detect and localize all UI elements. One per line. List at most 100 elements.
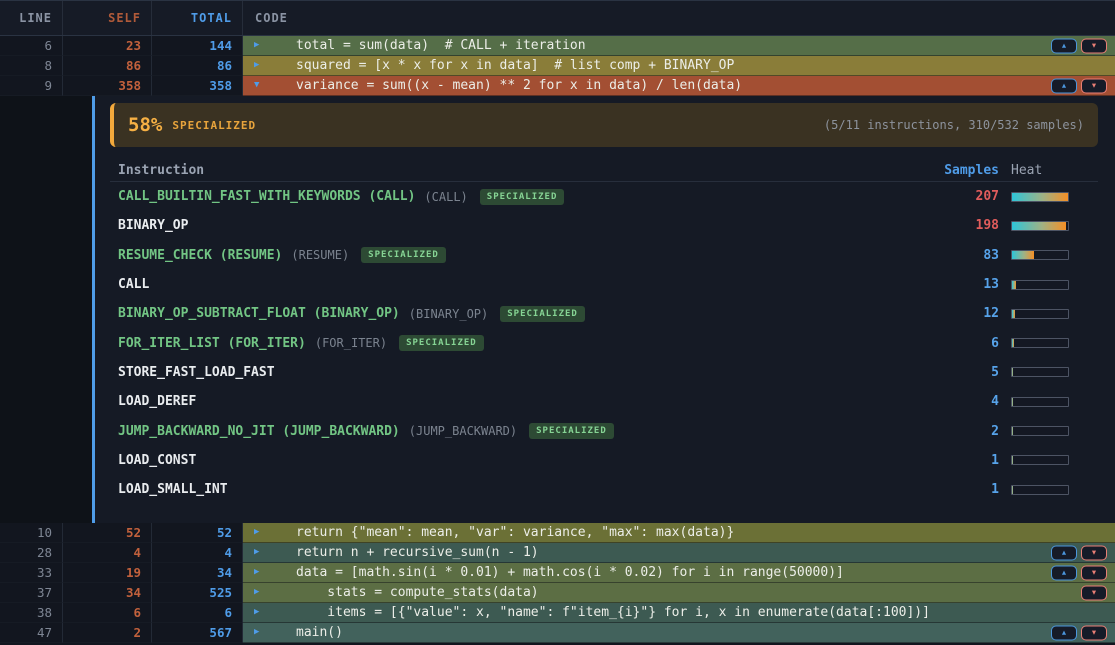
jump-up-button[interactable]: ▲ — [1051, 545, 1077, 560]
code-cell[interactable]: ▶ return n + recursive_sum(n - 1) ▲ ▼ — [243, 543, 1115, 563]
jump-up-button[interactable]: ▲ — [1051, 565, 1077, 580]
specialization-banner: 58% SPECIALIZED (5/11 instructions, 310/… — [110, 103, 1098, 147]
instruction-row[interactable]: LOAD_CONST 1 — [110, 446, 1098, 475]
column-header-self[interactable]: SELF — [63, 1, 152, 35]
instruction-name: RESUME_CHECK (RESUME) — [118, 248, 282, 263]
jump-up-button[interactable]: ▲ — [1051, 78, 1077, 93]
jump-up-button[interactable]: ▲ — [1051, 38, 1077, 53]
column-header-line: LINE — [0, 1, 63, 35]
table-row[interactable]: 6 23 144 ▶ total = sum(data) # CALL + it… — [0, 36, 1115, 56]
code-text: return n + recursive_sum(n - 1) — [296, 545, 539, 560]
table-row[interactable]: 9 358 358 ▼ variance = sum((x - mean) **… — [0, 76, 1115, 96]
row-buttons: ▲ ▼ — [1051, 78, 1107, 93]
code-cell[interactable]: ▶ items = [{"value": x, "name": f"item_{… — [243, 603, 1115, 623]
heat-bar — [1011, 455, 1069, 465]
code-text: variance = sum((x - mean) ** 2 for x in … — [296, 78, 742, 93]
code-text: items = [{"value": x, "name": f"item_{i}… — [296, 605, 930, 620]
table-row[interactable]: 8 86 86 ▶ squared = [x * x for x in data… — [0, 56, 1115, 76]
instruction-row[interactable]: FOR_ITER_LIST (FOR_ITER) (FOR_ITER) SPEC… — [110, 328, 1098, 357]
jump-down-button[interactable]: ▼ — [1081, 38, 1107, 53]
instruction-row[interactable]: JUMP_BACKWARD_NO_JIT (JUMP_BACKWARD) (JU… — [110, 416, 1098, 445]
jump-up-button[interactable]: ▲ — [1051, 625, 1077, 640]
column-header-total[interactable]: TOTAL — [152, 1, 243, 35]
heat-bar-fill — [1012, 281, 1016, 289]
specialized-badge: SPECIALIZED — [500, 306, 585, 322]
code-cell[interactable]: ▶ return {"mean": mean, "var": variance,… — [243, 523, 1115, 543]
self-samples-value: 86 — [63, 56, 152, 76]
instruction-row[interactable]: CALL 13 — [110, 270, 1098, 299]
heat-bar-fill — [1012, 398, 1013, 406]
table-row[interactable]: 47 2 567 ▶ main() ▲ ▼ — [0, 623, 1115, 643]
jump-down-button[interactable]: ▼ — [1081, 545, 1107, 560]
down-arrow-icon: ▼ — [1092, 589, 1096, 596]
heat-bar — [1011, 426, 1069, 436]
specialized-badge: SPECIALIZED — [480, 189, 565, 205]
specialized-badge: SPECIALIZED — [399, 335, 484, 351]
total-samples-value: 34 — [152, 563, 243, 583]
jump-down-button[interactable]: ▼ — [1081, 625, 1107, 640]
code-text: return {"mean": mean, "var": variance, "… — [296, 525, 734, 540]
panel-gutter — [0, 96, 92, 523]
self-samples-value: 23 — [63, 36, 152, 56]
heat-bar — [1011, 221, 1069, 231]
code-cell[interactable]: ▶ squared = [x * x for x in data] # list… — [243, 56, 1115, 76]
code-text: main() — [296, 625, 343, 640]
row-buttons: ▲ ▼ — [1051, 545, 1107, 560]
heat-bar — [1011, 485, 1069, 495]
line-number: 33 — [0, 563, 63, 583]
table-row[interactable]: 38 6 6 ▶ items = [{"value": x, "name": f… — [0, 603, 1115, 623]
line-number: 6 — [0, 36, 63, 56]
jump-down-button[interactable]: ▼ — [1081, 585, 1107, 600]
samples-value: 1 — [919, 482, 999, 497]
instruction-name: FOR_ITER_LIST (FOR_ITER) — [118, 336, 306, 351]
code-cell[interactable]: ▶ data = [math.sin(i * 0.01) + math.cos(… — [243, 563, 1115, 583]
heat-bar-fill — [1012, 486, 1013, 494]
code-cell[interactable]: ▶ total = sum(data) # CALL + iteration ▲… — [243, 36, 1115, 56]
expand-toggle-icon[interactable]: ▶ — [254, 41, 266, 50]
instruction-table-header: Instruction Samples Heat — [110, 159, 1098, 182]
column-header-code: CODE — [243, 1, 1115, 35]
expand-toggle-icon[interactable]: ▶ — [254, 528, 266, 537]
samples-value: 12 — [919, 306, 999, 321]
table-row[interactable]: 10 52 52 ▶ return {"mean": mean, "var": … — [0, 523, 1115, 543]
instruction-row[interactable]: STORE_FAST_LOAD_FAST 5 — [110, 358, 1098, 387]
heat-bar-fill — [1012, 222, 1066, 230]
total-samples-value: 86 — [152, 56, 243, 76]
column-header-heat: Heat — [1011, 163, 1069, 178]
instruction-row[interactable]: RESUME_CHECK (RESUME) (RESUME) SPECIALIZ… — [110, 241, 1098, 270]
expand-toggle-icon[interactable]: ▶ — [254, 628, 266, 637]
instruction-family: (FOR_ITER) — [315, 336, 387, 350]
total-samples-value: 52 — [152, 523, 243, 543]
self-samples-value: 4 — [63, 543, 152, 563]
expand-toggle-icon[interactable]: ▶ — [254, 608, 266, 617]
heat-bar — [1011, 367, 1069, 377]
profiler-window: LINE SELF TOTAL CODE 6 23 144 ▶ total = … — [0, 0, 1115, 645]
specialized-badge: SPECIALIZED — [529, 423, 614, 439]
row-buttons: ▲ ▼ — [1081, 585, 1107, 600]
table-row[interactable]: 28 4 4 ▶ return n + recursive_sum(n - 1)… — [0, 543, 1115, 563]
expand-toggle-icon[interactable]: ▶ — [254, 61, 266, 70]
instruction-family: (RESUME) — [291, 248, 349, 262]
expand-toggle-icon[interactable]: ▼ — [254, 81, 266, 90]
jump-down-button[interactable]: ▼ — [1081, 78, 1107, 93]
down-arrow-icon: ▼ — [1092, 82, 1096, 89]
total-samples-value: 358 — [152, 76, 243, 96]
instruction-row[interactable]: BINARY_OP_SUBTRACT_FLOAT (BINARY_OP) (BI… — [110, 299, 1098, 328]
panel-indent-bar — [92, 96, 95, 523]
code-cell[interactable]: ▶ main() ▲ ▼ — [243, 623, 1115, 643]
instruction-row[interactable]: LOAD_DEREF 4 — [110, 387, 1098, 416]
table-row[interactable]: 37 34 525 ▶ stats = compute_stats(data) … — [0, 583, 1115, 603]
instruction-row[interactable]: LOAD_SMALL_INT 1 — [110, 475, 1098, 504]
code-cell[interactable]: ▶ stats = compute_stats(data) ▲ ▼ — [243, 583, 1115, 603]
column-header-samples[interactable]: Samples — [919, 163, 999, 178]
table-row[interactable]: 33 19 34 ▶ data = [math.sin(i * 0.01) + … — [0, 563, 1115, 583]
jump-down-button[interactable]: ▼ — [1081, 565, 1107, 580]
expand-toggle-icon[interactable]: ▶ — [254, 588, 266, 597]
expand-toggle-icon[interactable]: ▶ — [254, 548, 266, 557]
heat-bar — [1011, 338, 1069, 348]
instruction-row[interactable]: BINARY_OP 198 — [110, 211, 1098, 240]
instruction-row[interactable]: CALL_BUILTIN_FAST_WITH_KEYWORDS (CALL) (… — [110, 182, 1098, 211]
code-cell[interactable]: ▼ variance = sum((x - mean) ** 2 for x i… — [243, 76, 1115, 96]
down-arrow-icon: ▼ — [1092, 569, 1096, 576]
expand-toggle-icon[interactable]: ▶ — [254, 568, 266, 577]
